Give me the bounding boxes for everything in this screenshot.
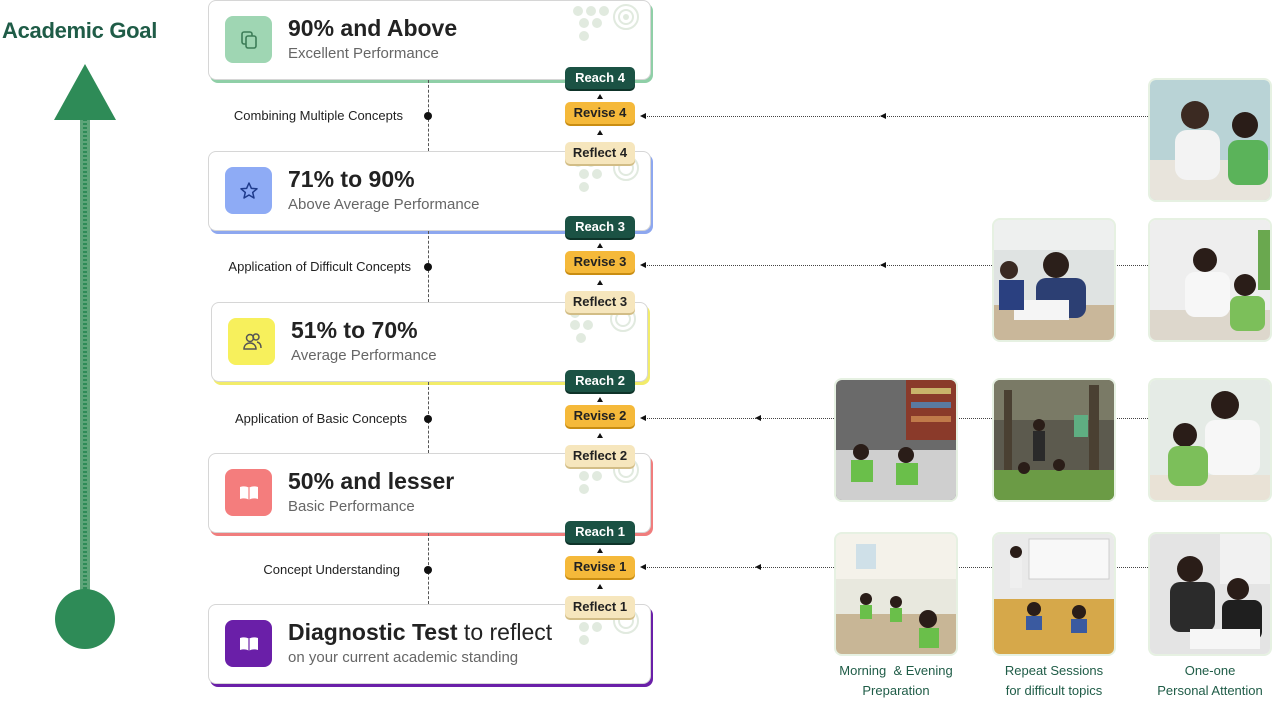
reach-badge: Reach 1	[565, 521, 635, 543]
step-dot	[424, 112, 432, 120]
up-arrow-icon	[597, 548, 603, 553]
level-title: Diagnostic Test to reflect	[288, 619, 552, 646]
left-arrow-icon	[755, 564, 761, 570]
level-title-bold: Diagnostic Test	[288, 619, 458, 645]
level-title: 50% and lesser	[288, 468, 455, 494]
caption-line: Preparation	[862, 683, 930, 698]
up-arrow-icon	[597, 280, 603, 285]
up-arrow-icon	[597, 130, 603, 135]
level-title: 90% and Above	[288, 15, 458, 41]
book-icon	[225, 469, 272, 516]
level-subtitle: on your current academic standing	[288, 649, 519, 666]
up-arrow-icon	[597, 243, 603, 248]
reflect-badge: Reflect 3	[565, 291, 635, 313]
photo-one-one-attention	[1150, 534, 1270, 654]
star-icon	[225, 167, 272, 214]
caption-line: One-one	[1184, 663, 1236, 678]
caption-one-one: One-one Personal Attention	[1150, 661, 1270, 701]
level-subtitle: Above Average Performance	[288, 196, 480, 213]
left-arrow-icon	[640, 113, 646, 119]
photo-mentor-with-students	[1150, 80, 1270, 200]
photo-classroom-preparation	[836, 534, 956, 654]
step-dot	[424, 415, 432, 423]
left-arrow-icon	[755, 415, 761, 421]
caption-line: for difficult topics	[1005, 683, 1103, 698]
left-arrow-icon	[640, 262, 646, 268]
step-label: Application of Basic Concepts	[235, 411, 407, 426]
level-subtitle: Average Performance	[291, 347, 437, 364]
caption-line: Repeat Sessions	[1004, 663, 1104, 678]
step-dot	[424, 566, 432, 574]
caption-line: Morning & Evening	[839, 663, 953, 678]
revise-badge: Revise 2	[565, 405, 635, 427]
reach-badge: Reach 2	[565, 370, 635, 392]
level-subtitle: Basic Performance	[288, 498, 415, 515]
level-title-light: to reflect	[457, 619, 553, 645]
up-arrow-icon	[597, 94, 603, 99]
left-arrow-icon	[880, 113, 886, 119]
reflect-badge: Reflect 4	[565, 142, 635, 164]
step-dot	[424, 263, 432, 271]
up-arrow-icon	[597, 433, 603, 438]
photo-library-group-study	[836, 380, 956, 500]
level-title: 71% to 90%	[288, 166, 415, 192]
step-label: Combining Multiple Concepts	[233, 108, 403, 123]
goal-arrow	[54, 64, 116, 649]
step-label: Application of Difficult Concepts	[228, 259, 411, 274]
photo-outdoor-session	[994, 380, 1114, 500]
dotted-connector	[645, 116, 1150, 117]
left-arrow-icon	[640, 415, 646, 421]
revise-badge: Revise 1	[565, 556, 635, 578]
reach-badge: Reach 3	[565, 216, 635, 238]
caption-morning-evening: Morning & Evening Preparation	[836, 661, 956, 701]
caption-line: Personal Attention	[1157, 683, 1263, 698]
photo-mentor-guiding	[1150, 220, 1270, 340]
photo-student-writing	[994, 220, 1114, 340]
revise-badge: Revise 4	[565, 102, 635, 124]
caption-repeat-sessions: Repeat Sessions for difficult topics	[994, 661, 1114, 701]
users-icon	[228, 318, 275, 365]
step-label: Concept Understanding	[263, 562, 400, 577]
level-subtitle: Excellent Performance	[288, 45, 439, 62]
revise-badge: Revise 3	[565, 251, 635, 273]
book-icon	[225, 620, 272, 667]
reach-badge: Reach 4	[565, 67, 635, 89]
level-title: 51% to 70%	[291, 317, 418, 343]
copy-icon	[225, 16, 272, 63]
up-arrow-icon	[597, 584, 603, 589]
reflect-badge: Reflect 2	[565, 445, 635, 467]
left-arrow-icon	[880, 262, 886, 268]
up-arrow-icon	[597, 397, 603, 402]
academic-goal-title: Academic Goal	[2, 18, 158, 43]
photo-repeat-session-class	[994, 534, 1114, 654]
decorative-circles	[573, 4, 639, 41]
left-arrow-icon	[640, 564, 646, 570]
photo-personal-guidance	[1150, 380, 1270, 500]
reflect-badge: Reflect 1	[565, 596, 635, 618]
